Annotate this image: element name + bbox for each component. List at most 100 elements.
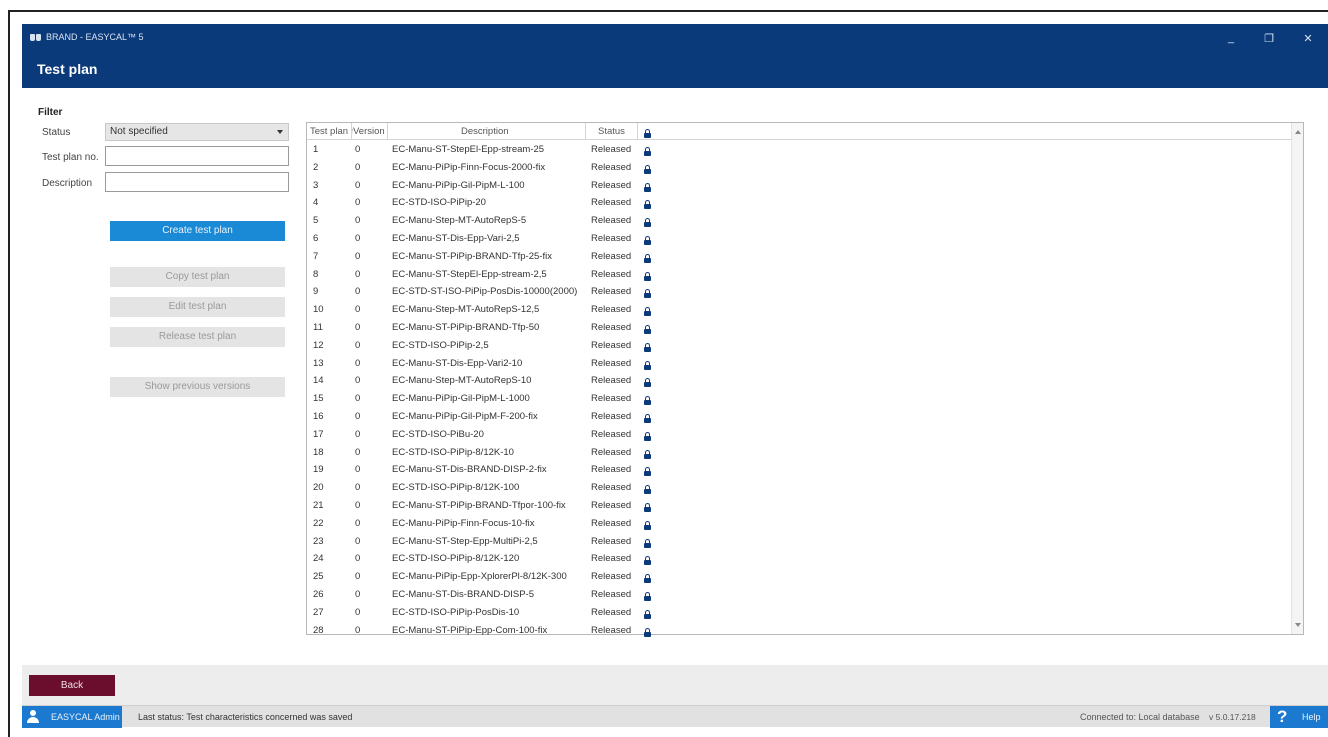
user-badge[interactable]: EASYCAL Admin (22, 706, 122, 728)
row-status: Released (591, 357, 632, 369)
table-row[interactable]: 28 0 EC-Manu-ST-PiPip-Epp-Com-100-fix Relea… (307, 622, 1291, 640)
restore-icon[interactable]: ❐ (1262, 32, 1276, 45)
lock-icon (644, 324, 651, 334)
row-test-plan-no: 22 (313, 517, 324, 529)
column-header-status[interactable]: Status (598, 126, 625, 137)
row-description: EC-Manu-ST-PiPip-BRAND-Tfp-50 (392, 321, 540, 333)
test-plan-table: Test plan no. Version Description Status… (306, 122, 1304, 637)
table-row[interactable]: 1 0 EC-Manu-ST-StepEl-Epp-stream-25 Release… (307, 141, 1291, 159)
row-version: 0 (355, 588, 361, 600)
filter-heading: Filter (38, 107, 63, 118)
row-test-plan-no: 15 (313, 393, 324, 405)
lock-icon (644, 467, 651, 477)
create-test-plan-button[interactable]: Create test plan (110, 221, 285, 241)
table-row[interactable]: 19 0 EC-Manu-ST-Dis-BRAND-DISP-2-fix Releas… (307, 461, 1291, 479)
page-title: Test plan (37, 61, 98, 77)
help-button[interactable]: ? Help (1270, 706, 1328, 728)
row-description: EC-STD-ISO-PiPip-PosDis-10 (392, 606, 520, 618)
row-version: 0 (355, 553, 361, 565)
row-status: Released (591, 446, 632, 458)
table-row[interactable]: 11 0 EC-Manu-ST-PiPip-BRAND-Tfp-50 Released (307, 319, 1291, 337)
last-status-text: Last status: Test characteristics concer… (138, 712, 353, 722)
row-status: Released (591, 232, 632, 244)
column-header-no[interactable]: Test plan no. (310, 126, 353, 137)
table-row[interactable]: 15 0 EC-Manu-PiPip-Gil-PipM-L-1000 Released (307, 390, 1291, 408)
bottom-panel (22, 665, 1328, 705)
edit-test-plan-button[interactable]: Edit test plan (110, 297, 285, 317)
row-version: 0 (355, 499, 361, 511)
row-version: 0 (355, 339, 361, 351)
row-description: EC-Manu-ST-StepEl-Epp-stream-25 (392, 144, 545, 155)
user-name: EASYCAL Admin (51, 712, 120, 722)
row-description: EC-STD-ISO-PiPip-8/12K-10 (392, 446, 514, 458)
row-test-plan-no: 17 (313, 428, 324, 440)
lock-icon (644, 485, 651, 495)
release-test-plan-button[interactable]: Release test plan (110, 327, 285, 347)
row-description: EC-Manu-PiPip-Finn-Focus-10-fix (392, 517, 535, 529)
row-status: Released (591, 393, 632, 405)
table-row[interactable]: 25 0 EC-Manu-PiPip-Epp-XplorerPl-8/12K-300… (307, 568, 1291, 586)
column-header-version[interactable]: Version (353, 126, 385, 137)
table-row[interactable]: 21 0 EC-Manu-ST-PiPip-BRAND-Tfpor-100-fix R… (307, 497, 1291, 515)
table-row[interactable]: 14 0 EC-Manu-Step-MT-AutoRepS-10 Released (307, 372, 1291, 390)
back-button[interactable]: Back (29, 675, 115, 696)
table-row[interactable]: 9 0 EC-STD-ST-ISO-PiPip-PosDis-10000(2000)… (307, 283, 1291, 301)
table-row[interactable]: 16 0 EC-Manu-PiPip-Gil-PipM-F-200-fix Relea… (307, 408, 1291, 426)
row-description: EC-STD-ISO-PiPip-8/12K-100 (392, 482, 520, 494)
table-row[interactable]: 8 0 EC-Manu-ST-StepEl-Epp-stream-2,5 Releas… (307, 266, 1291, 284)
minimize-icon[interactable]: _ (1224, 32, 1238, 44)
column-header-description[interactable]: Description (461, 126, 509, 137)
scroll-up-icon[interactable] (1295, 130, 1301, 134)
table-row[interactable]: 6 0 EC-Manu-ST-Dis-Epp-Vari-2,5 Released (307, 230, 1291, 248)
testplan-no-input[interactable] (105, 146, 289, 166)
table-row[interactable]: 24 0 EC-STD-ISO-PiPip-8/12K-120 Released (307, 550, 1291, 568)
lock-icon (644, 609, 651, 619)
app-title: BRAND - EASYCAL™ 5 (30, 32, 144, 42)
table-row[interactable]: 13 0 EC-Manu-ST-Dis-Epp-Vari2-10 Released (307, 355, 1291, 373)
table-row[interactable]: 27 0 EC-STD-ISO-PiPip-PosDis-10 Released (307, 604, 1291, 622)
table-row[interactable]: 23 0 EC-Manu-ST-Step-Epp-MultiPi-2,5 Releas… (307, 533, 1291, 551)
row-description: EC-Manu-ST-Dis-Epp-Vari2-10 (392, 357, 523, 369)
row-status: Released (591, 553, 632, 565)
table-row[interactable]: 4 0 EC-STD-ISO-PiPip-20 Released (307, 194, 1291, 212)
row-status: Released (591, 179, 632, 191)
table-row[interactable]: 18 0 EC-STD-ISO-PiPip-8/12K-10 Released (307, 444, 1291, 462)
close-icon[interactable]: ✕ (1301, 32, 1315, 45)
row-status: Released (591, 215, 632, 227)
column-divider[interactable] (387, 123, 388, 140)
show-previous-versions-button[interactable]: Show previous versions (110, 377, 285, 397)
row-version: 0 (355, 286, 361, 298)
copy-test-plan-button[interactable]: Copy test plan (110, 267, 285, 287)
column-divider[interactable] (351, 123, 352, 140)
scroll-down-icon[interactable] (1295, 623, 1301, 627)
row-version: 0 (355, 232, 361, 244)
table-row[interactable]: 17 0 EC-STD-ISO-PiBu-20 Released (307, 426, 1291, 444)
row-version: 0 (355, 482, 361, 494)
table-row[interactable]: 22 0 EC-Manu-PiPip-Finn-Focus-10-fix Releas… (307, 515, 1291, 533)
vertical-scrollbar[interactable] (1291, 123, 1303, 634)
row-version: 0 (355, 428, 361, 440)
row-status: Released (591, 571, 632, 583)
row-version: 0 (355, 535, 361, 547)
table-row[interactable]: 12 0 EC-STD-ISO-PiPip-2,5 Released (307, 337, 1291, 355)
row-description: EC-Manu-Step-MT-AutoRepS-12,5 (392, 304, 540, 316)
app-title-text: BRAND - EASYCAL™ 5 (46, 32, 144, 42)
column-divider[interactable] (585, 123, 586, 140)
testplan-no-label: Test plan no. (42, 152, 99, 163)
lock-icon (644, 556, 651, 566)
table-row[interactable]: 2 0 EC-Manu-PiPip-Finn-Focus-2000-fix Relea… (307, 159, 1291, 177)
status-select[interactable]: Not specified (105, 123, 289, 141)
row-test-plan-no: 8 (313, 268, 319, 280)
table-row[interactable]: 10 0 EC-Manu-Step-MT-AutoRepS-12,5 Released (307, 301, 1291, 319)
row-description: EC-STD-ISO-PiPip-8/12K-120 (392, 553, 520, 565)
help-label: Help (1302, 712, 1321, 722)
row-test-plan-no: 18 (313, 446, 324, 458)
table-row[interactable]: 26 0 EC-Manu-ST-Dis-BRAND-DISP-5 Released (307, 586, 1291, 604)
row-version: 0 (355, 161, 361, 173)
table-row[interactable]: 20 0 EC-STD-ISO-PiPip-8/12K-100 Released (307, 479, 1291, 497)
table-row[interactable]: 5 0 EC-Manu-Step-MT-AutoRepS-5 Released (307, 212, 1291, 230)
table-row[interactable]: 3 0 EC-Manu-PiPip-Gil-PipM-L-100 Released (307, 177, 1291, 195)
description-input[interactable] (105, 172, 289, 192)
column-divider[interactable] (637, 123, 638, 140)
table-row[interactable]: 7 0 EC-Manu-ST-PiPip-BRAND-Tfp-25-fix Relea… (307, 248, 1291, 266)
